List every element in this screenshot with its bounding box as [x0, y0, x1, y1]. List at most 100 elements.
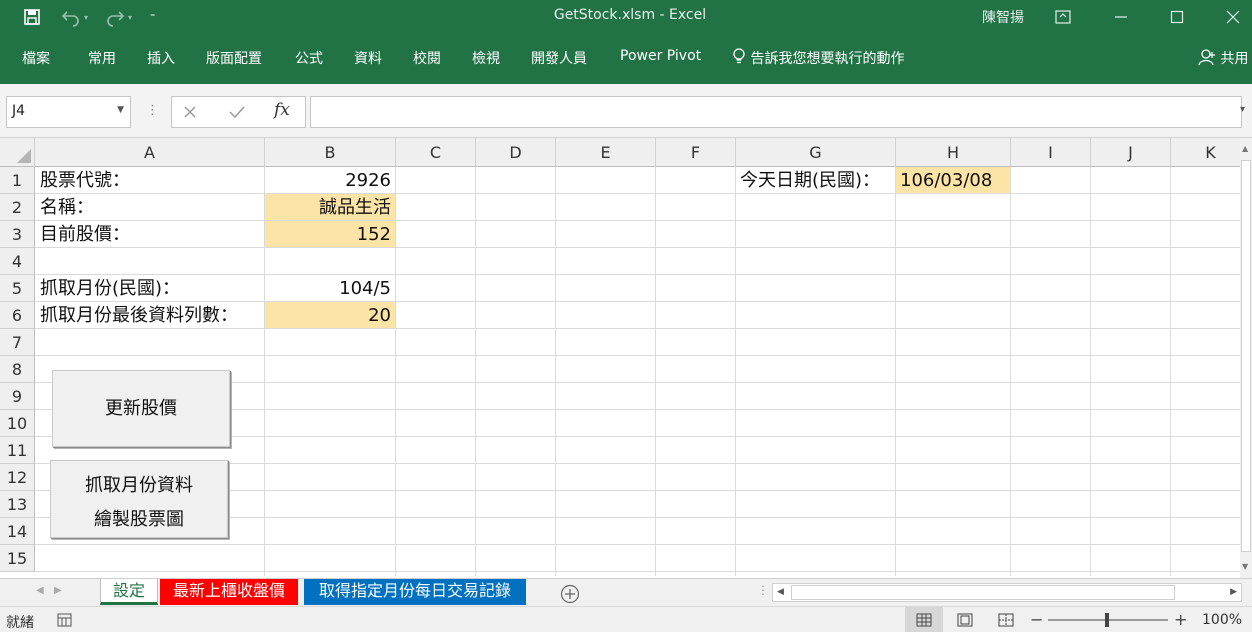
save-icon[interactable] [22, 6, 42, 28]
row-header-15[interactable]: 15 [0, 545, 35, 572]
cell-b3[interactable]: 152 [265, 221, 395, 247]
cancel-icon[interactable] [182, 104, 198, 120]
zoom-in-icon[interactable]: + [1174, 610, 1187, 629]
row-header-1[interactable]: 1 [0, 167, 35, 194]
cell-b6[interactable]: 20 [265, 302, 395, 328]
macro-record-icon[interactable] [57, 613, 72, 627]
vertical-scrollbar[interactable]: ▲ ▼ [1240, 138, 1252, 578]
new-sheet-icon[interactable] [560, 584, 580, 604]
tab-file[interactable]: 檔案 [22, 48, 50, 68]
tab-page-layout[interactable]: 版面配置 [206, 48, 262, 68]
column-header-i[interactable]: I [1011, 138, 1091, 167]
redo-dropdown-icon[interactable]: ▾ [128, 6, 132, 28]
cell-g1[interactable]: 今天日期(民國)： [736, 167, 895, 193]
next-sheet-icon[interactable]: ▶ [54, 585, 62, 596]
tab-power-pivot[interactable]: Power Pivot [620, 48, 701, 64]
gridline [35, 247, 1240, 248]
column-header-a[interactable]: A [35, 138, 265, 167]
name-box-value: J4 [12, 103, 26, 119]
row-header-3[interactable]: 3 [0, 221, 35, 248]
enter-icon[interactable] [228, 104, 246, 120]
close-icon[interactable] [1222, 6, 1244, 28]
name-box-dropdown-icon[interactable]: ▼ [117, 105, 124, 115]
prev-sheet-icon[interactable]: ◀ [36, 585, 44, 596]
row-header-10[interactable]: 10 [0, 410, 35, 437]
tab-review[interactable]: 校閱 [413, 48, 441, 68]
select-all-corner[interactable] [0, 138, 35, 167]
row-header-5[interactable]: 5 [0, 275, 35, 302]
cell-a5[interactable]: 抓取月份(民國)： [36, 275, 264, 301]
column-header-f[interactable]: F [656, 138, 736, 167]
share-button[interactable]: 共用 [1198, 48, 1248, 68]
scroll-right-icon[interactable]: ▶ [1230, 587, 1237, 597]
gridline [1090, 167, 1091, 576]
tab-developer[interactable]: 開發人員 [531, 48, 587, 68]
row-header-6[interactable]: 6 [0, 302, 35, 329]
row-header-8[interactable]: 8 [0, 356, 35, 383]
minimize-icon[interactable] [1110, 6, 1132, 28]
column-header-j[interactable]: J [1091, 138, 1171, 167]
update-price-button[interactable]: 更新股價 [52, 370, 230, 447]
row-header-2[interactable]: 2 [0, 194, 35, 221]
sheet-tab-settings[interactable]: 設定 [100, 579, 158, 605]
scroll-up-icon[interactable]: ▲ [1242, 144, 1248, 153]
column-header-b[interactable]: B [265, 138, 396, 167]
column-header-g[interactable]: G [736, 138, 896, 167]
horizontal-scrollbar[interactable]: ◀ ▶ [772, 583, 1242, 602]
fetch-month-data-button[interactable]: 抓取月份資料 繪製股票圖 [50, 460, 228, 538]
scroll-down-icon[interactable]: ▼ [1242, 562, 1248, 571]
column-header-e[interactable]: E [556, 138, 656, 167]
maximize-icon[interactable] [1166, 6, 1188, 28]
tab-view[interactable]: 檢視 [472, 48, 500, 68]
customize-qat-icon[interactable]: ⁼ [150, 6, 155, 28]
cell-a3[interactable]: 目前股價： [36, 221, 264, 247]
column-header-c[interactable]: C [396, 138, 476, 167]
tab-data[interactable]: 資料 [354, 48, 382, 68]
user-name[interactable]: 陳智揚 [982, 7, 1024, 27]
normal-view-icon [916, 613, 932, 627]
ready-status: 就緒 [6, 615, 34, 631]
row-header-9[interactable]: 9 [0, 383, 35, 410]
column-header-h[interactable]: H [896, 138, 1011, 167]
formula-input[interactable] [310, 96, 1242, 128]
sheet-tab-latest-price[interactable]: 最新上櫃收盤價 [160, 579, 298, 605]
name-box[interactable]: J4 ▼ [6, 96, 131, 128]
expand-formula-bar-icon[interactable]: ▾ [1240, 104, 1245, 115]
zoom-level[interactable]: 100% [1202, 612, 1242, 628]
page-break-view-icon[interactable] [998, 613, 1014, 627]
row-header-12[interactable]: 12 [0, 464, 35, 491]
row-header-13[interactable]: 13 [0, 491, 35, 518]
normal-view-button[interactable] [905, 607, 943, 632]
row-header-11[interactable]: 11 [0, 437, 35, 464]
zoom-out-icon[interactable]: − [1030, 610, 1043, 629]
undo-icon[interactable] [60, 6, 82, 28]
row-header-4[interactable]: 4 [0, 248, 35, 275]
sheet-tab-monthly-records[interactable]: 取得指定月份每日交易記錄 [304, 579, 526, 605]
cell-a6[interactable]: 抓取月份最後資料列數： [36, 302, 264, 328]
row-header-14[interactable]: 14 [0, 518, 35, 545]
tab-home[interactable]: 常用 [88, 48, 116, 68]
formula-bar-grip-icon[interactable]: ⋮ [146, 103, 159, 118]
cell-h1[interactable]: 106/03/08 [896, 167, 1010, 193]
tab-split-grip-icon[interactable]: ⋮ [757, 583, 769, 597]
cell-a2[interactable]: 名稱： [36, 194, 264, 220]
redo-icon[interactable] [104, 6, 126, 28]
tab-insert[interactable]: 插入 [147, 48, 175, 68]
scroll-left-icon[interactable]: ◀ [777, 587, 784, 597]
cell-b1[interactable]: 2926 [265, 167, 395, 193]
column-header-d[interactable]: D [476, 138, 556, 167]
undo-dropdown-icon[interactable]: ▾ [84, 6, 88, 28]
vertical-scroll-thumb[interactable] [1241, 160, 1251, 552]
tab-formulas[interactable]: 公式 [295, 48, 323, 68]
ribbon-display-options-icon[interactable] [1052, 6, 1074, 28]
tell-me-box[interactable]: 告訴我您想要執行的動作 [732, 48, 904, 68]
cell-b5[interactable]: 104/5 [265, 275, 395, 301]
cell-a1[interactable]: 股票代號： [36, 167, 264, 193]
horizontal-scroll-thumb[interactable] [791, 585, 1175, 600]
cell-b2[interactable]: 誠品生活 [265, 194, 395, 220]
page-layout-view-icon[interactable] [957, 613, 973, 627]
zoom-slider-thumb[interactable] [1105, 613, 1109, 627]
insert-function-icon[interactable]: fx [274, 100, 290, 120]
column-header-k[interactable]: K [1171, 138, 1240, 167]
row-header-7[interactable]: 7 [0, 329, 35, 356]
